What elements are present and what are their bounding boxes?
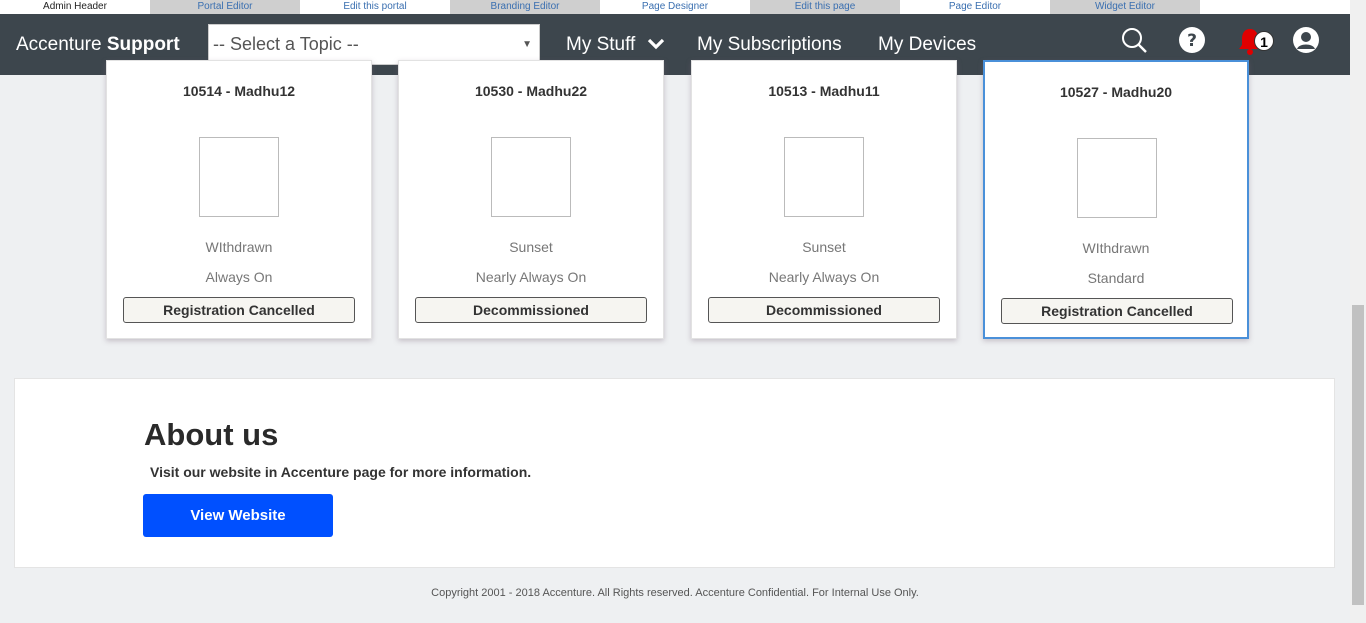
brand-prefix: Accenture	[16, 34, 102, 55]
admin-tab-page-designer[interactable]: Page Designer	[600, 0, 750, 14]
device-image	[199, 137, 279, 217]
device-title: 10530 - Madhu22	[474, 83, 588, 99]
admin-tab-branding-editor[interactable]: Branding Editor	[450, 0, 600, 14]
admin-tab-admin-header[interactable]: Admin Header	[0, 0, 150, 14]
device-card-selected[interactable]: 10527 - Madhu20 WIthdrawn Standard Regis…	[983, 60, 1249, 339]
device-title: 10514 - Madhu12	[182, 83, 296, 99]
about-text: Visit our website in Accenture page for …	[150, 464, 532, 480]
device-card[interactable]: 10513 - Madhu11 Sunset Nearly Always On …	[691, 60, 957, 339]
about-section: About us Visit our website in Accenture …	[14, 378, 1335, 568]
footer-copyright: Copyright 2001 - 2018 Accenture. All Rig…	[431, 587, 919, 599]
device-action-button[interactable]: Registration Cancelled	[123, 297, 355, 323]
search-icon[interactable]	[1120, 26, 1150, 56]
device-title: 10527 - Madhu20	[1059, 84, 1173, 100]
notification-badge: 1	[1254, 31, 1274, 51]
device-plan: Nearly Always On	[475, 269, 587, 285]
device-card[interactable]: 10514 - Madhu12 WIthdrawn Always On Regi…	[106, 60, 372, 339]
topic-select[interactable]: -- Select a Topic -- ▼	[208, 24, 540, 65]
device-image	[1077, 138, 1157, 218]
device-status: WIthdrawn	[1082, 240, 1150, 256]
admin-tab-edit-portal[interactable]: Edit this portal	[300, 0, 450, 14]
device-title: 10513 - Madhu11	[768, 83, 880, 99]
brand-bold: Support	[106, 34, 180, 55]
device-plan: Nearly Always On	[768, 269, 880, 285]
device-image	[491, 137, 571, 217]
admin-tab-portal-editor[interactable]: Portal Editor	[150, 0, 300, 14]
help-icon[interactable]: ?	[1178, 26, 1208, 56]
admin-tab-widget-editor[interactable]: Widget Editor	[1050, 0, 1200, 14]
device-status: Sunset	[509, 239, 553, 255]
device-action-button[interactable]: Decommissioned	[415, 297, 647, 323]
device-action-button[interactable]: Registration Cancelled	[1001, 298, 1233, 324]
view-website-button[interactable]: View Website	[143, 494, 333, 537]
admin-bar: Admin Header Portal Editor Edit this por…	[0, 0, 1350, 14]
topic-select-value: -- Select a Topic --	[213, 34, 359, 54]
device-status: Sunset	[802, 239, 846, 255]
scrollbar-thumb[interactable]	[1352, 305, 1364, 605]
device-plan: Always On	[205, 269, 273, 285]
device-status: WIthdrawn	[205, 239, 273, 255]
caret-down-icon: ▼	[522, 39, 532, 50]
device-action-button[interactable]: Decommissioned	[708, 297, 940, 323]
device-image	[784, 137, 864, 217]
nav-my-stuff-label: My Stuff	[566, 34, 636, 55]
about-title: About us	[144, 417, 279, 452]
admin-tab-page-editor[interactable]: Page Editor	[900, 0, 1050, 14]
device-card[interactable]: 10530 - Madhu22 Sunset Nearly Always On …	[398, 60, 664, 339]
svg-text:?: ?	[1187, 31, 1197, 51]
scrollbar[interactable]	[1350, 0, 1366, 623]
device-plan: Standard	[1087, 270, 1145, 286]
user-avatar-icon[interactable]	[1292, 26, 1322, 56]
admin-tab-edit-page[interactable]: Edit this page	[750, 0, 900, 14]
